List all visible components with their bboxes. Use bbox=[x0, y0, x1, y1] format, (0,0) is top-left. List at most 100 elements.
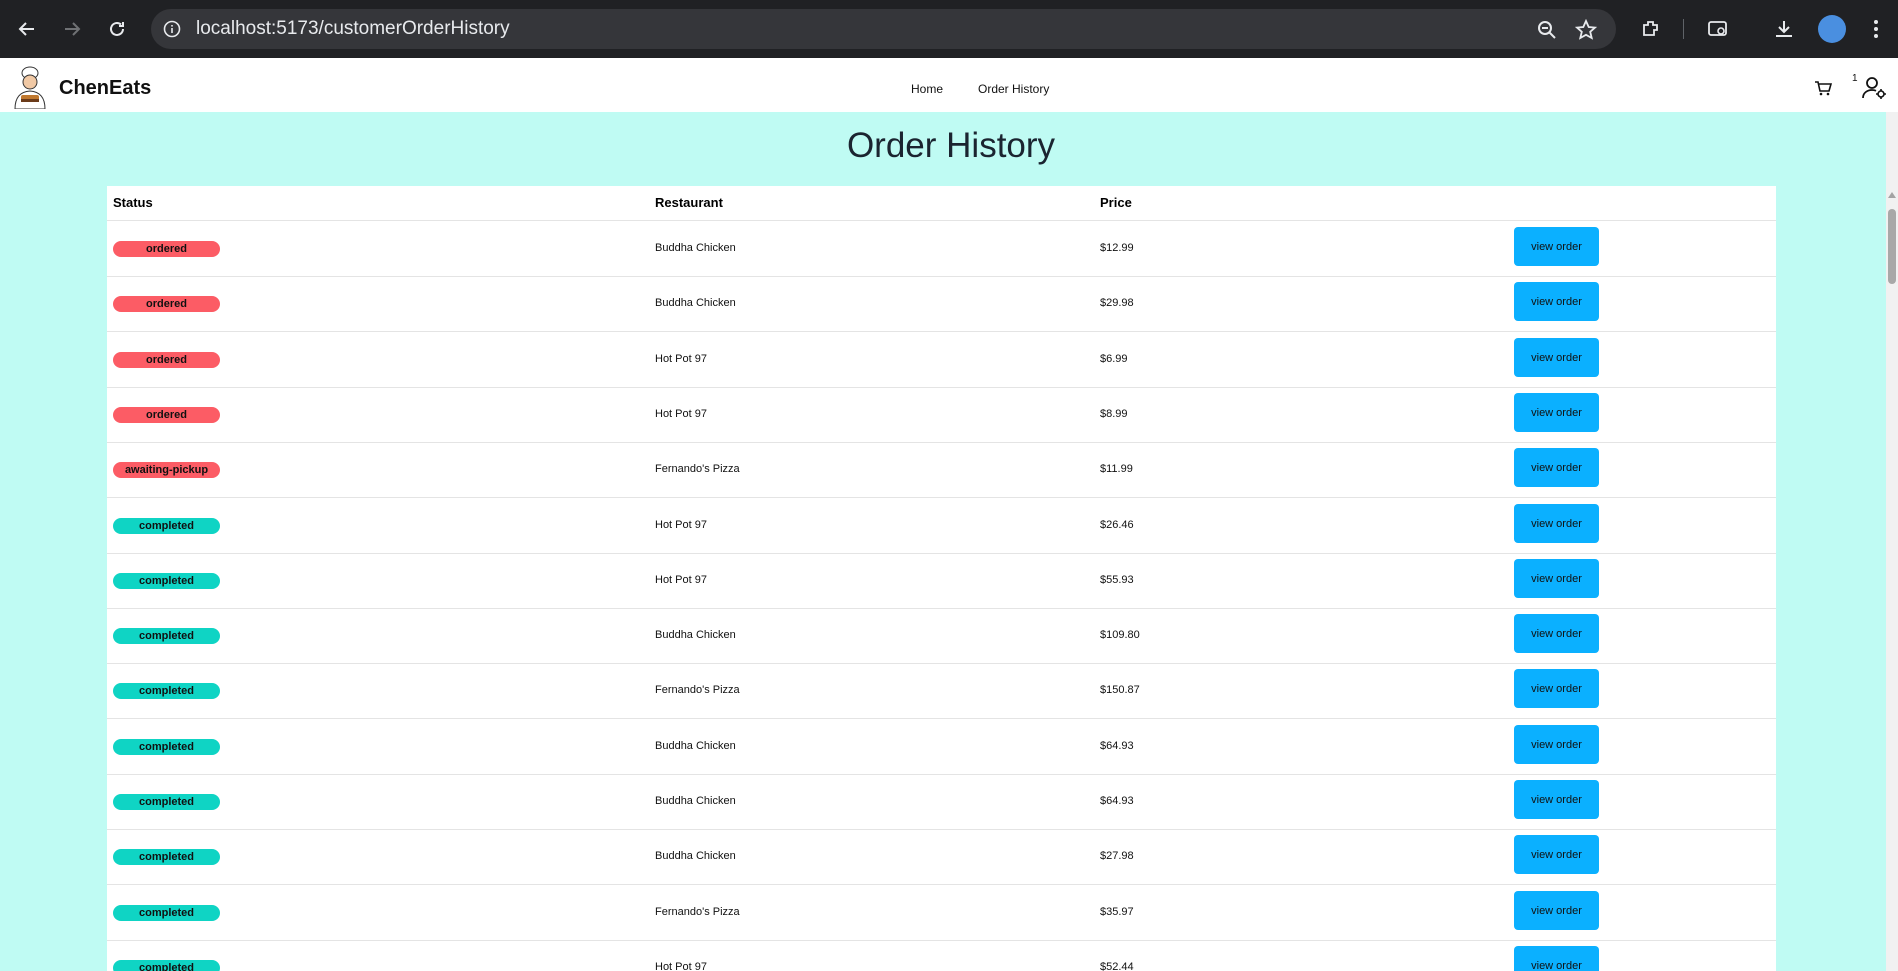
table-row: completed Buddha Chicken $64.93 view order bbox=[107, 774, 1776, 830]
restaurant-name: Buddha Chicken bbox=[655, 242, 736, 254]
status-badge: awaiting-pickup bbox=[113, 462, 220, 479]
status-badge: completed bbox=[113, 628, 220, 645]
column-header-status: Status bbox=[113, 195, 153, 210]
table-header: Status Restaurant Price bbox=[107, 186, 1776, 221]
view-order-button[interactable]: view order bbox=[1514, 614, 1599, 654]
toolbar-divider bbox=[1683, 19, 1684, 39]
page-title: Order History bbox=[846, 126, 1056, 165]
restaurant-name: Buddha Chicken bbox=[655, 297, 736, 310]
view-order-button[interactable]: view order bbox=[1514, 558, 1599, 598]
table-row: ordered Hot Pot 97 $6.99 view order bbox=[107, 332, 1776, 388]
address-bar[interactable]: localhost:5173/customerOrderHistory bbox=[151, 9, 1616, 49]
view-order-button[interactable]: view order bbox=[1514, 448, 1599, 488]
restaurant-name: Buddha Chicken bbox=[655, 629, 736, 642]
page-scrollbar[interactable] bbox=[1886, 112, 1898, 971]
nav-home[interactable]: Home bbox=[911, 82, 943, 96]
view-order-button[interactable]: view order bbox=[1514, 392, 1599, 432]
order-price: $8.99 bbox=[1100, 407, 1128, 420]
extensions-icon[interactable] bbox=[1637, 15, 1665, 43]
download-icon[interactable] bbox=[1770, 15, 1798, 43]
restaurant-name: Hot Pot 97 bbox=[655, 573, 707, 586]
table-row: completed Fernando's Pizza $35.97 view orde… bbox=[107, 885, 1776, 941]
view-order-button[interactable]: view order bbox=[1514, 337, 1599, 377]
status-badge: completed bbox=[113, 849, 220, 866]
back-icon[interactable] bbox=[12, 14, 42, 44]
restaurant-name: Hot Pot 97 bbox=[655, 518, 707, 531]
view-order-button[interactable]: view order bbox=[1514, 890, 1599, 930]
view-order-button[interactable]: view order bbox=[1514, 227, 1599, 266]
order-history-page: Order History Status Restaurant Price or… bbox=[0, 112, 1886, 971]
restaurant-name: Buddha Chicken bbox=[655, 739, 736, 752]
order-price: $150.87 bbox=[1100, 684, 1140, 697]
profile-avatar[interactable] bbox=[1818, 15, 1846, 43]
browser-toolbar: localhost:5173/customerOrderHistory bbox=[0, 0, 1898, 58]
table-row: completed Buddha Chicken $27.98 view order bbox=[107, 829, 1776, 886]
table-row: completed Hot Pot 97 $52.44 view order bbox=[107, 940, 1776, 971]
restaurant-name: Hot Pot 97 bbox=[655, 960, 707, 971]
table-row: completed Hot Pot 97 $55.93 view order bbox=[107, 553, 1776, 609]
order-price: $35.97 bbox=[1100, 905, 1134, 918]
order-price: $27.98 bbox=[1100, 850, 1134, 863]
scroll-up-arrow-icon[interactable] bbox=[1888, 192, 1896, 198]
status-badge: ordered bbox=[113, 406, 220, 423]
order-price: $12.99 bbox=[1100, 242, 1134, 254]
view-order-button[interactable]: view order bbox=[1514, 503, 1599, 543]
restaurant-name: Fernando's Pizza bbox=[655, 905, 740, 918]
chef-logo-icon[interactable] bbox=[7, 65, 53, 110]
table-row: ordered Buddha Chicken $29.98 view order bbox=[107, 276, 1776, 333]
table-row: awaiting-pickup Fernando's Pizza $11.99 vie… bbox=[107, 442, 1776, 499]
restaurant-name: Hot Pot 97 bbox=[655, 352, 707, 365]
status-badge: completed bbox=[113, 738, 220, 755]
table-row: completed Buddha Chicken $64.93 view order bbox=[107, 719, 1776, 775]
column-header-restaurant: Restaurant bbox=[655, 195, 723, 210]
table-row: ordered Buddha Chicken $12.99 view order bbox=[107, 221, 1776, 277]
table-row: completed Fernando's Pizza $150.87 view ord… bbox=[107, 663, 1776, 720]
restaurant-name: Hot Pot 97 bbox=[655, 407, 707, 420]
order-price: $55.93 bbox=[1100, 573, 1134, 586]
bookmark-star-icon[interactable] bbox=[1574, 18, 1598, 41]
status-badge: ordered bbox=[113, 241, 220, 257]
cart-icon[interactable] bbox=[1814, 79, 1833, 97]
restaurant-name: Fernando's Pizza bbox=[655, 463, 740, 476]
view-order-button[interactable]: view order bbox=[1514, 780, 1599, 819]
view-order-button[interactable]: view order bbox=[1514, 282, 1599, 322]
restaurant-name: Fernando's Pizza bbox=[655, 684, 740, 697]
orders-table: Status Restaurant Price ordered Buddha Ch… bbox=[107, 186, 1776, 971]
tab-search-icon[interactable] bbox=[1704, 15, 1732, 43]
table-row: completed Hot Pot 97 $26.46 view order bbox=[107, 498, 1776, 554]
status-badge: completed bbox=[113, 572, 220, 589]
app-header: ChenEats Home Order History 1 bbox=[0, 58, 1898, 112]
order-price: $26.46 bbox=[1100, 518, 1134, 531]
restaurant-name: Buddha Chicken bbox=[655, 850, 736, 863]
order-price: $64.93 bbox=[1100, 739, 1134, 752]
view-order-button[interactable]: view order bbox=[1514, 669, 1599, 709]
status-badge: ordered bbox=[113, 351, 220, 368]
status-badge: completed bbox=[113, 683, 220, 700]
status-badge: completed bbox=[113, 794, 220, 810]
zoom-icon[interactable] bbox=[1536, 19, 1558, 41]
column-header-price: Price bbox=[1100, 195, 1132, 210]
brand-name[interactable]: ChenEats bbox=[59, 77, 151, 100]
site-info-icon[interactable] bbox=[163, 20, 181, 38]
status-badge: completed bbox=[113, 904, 220, 921]
forward-icon[interactable] bbox=[57, 14, 87, 44]
status-badge: completed bbox=[113, 959, 220, 971]
scroll-thumb[interactable] bbox=[1888, 209, 1896, 284]
table-row: ordered Hot Pot 97 $8.99 view order bbox=[107, 387, 1776, 443]
cart-count-badge: 1 bbox=[1852, 73, 1858, 84]
view-order-button[interactable]: view order bbox=[1514, 835, 1599, 875]
restaurant-name: Buddha Chicken bbox=[655, 795, 736, 807]
reload-icon[interactable] bbox=[102, 14, 132, 44]
view-order-button[interactable]: view order bbox=[1514, 724, 1599, 764]
order-price: $109.80 bbox=[1100, 629, 1140, 642]
menu-kebab-icon[interactable] bbox=[1862, 15, 1890, 43]
status-badge: completed bbox=[113, 517, 220, 534]
table-row: completed Buddha Chicken $109.80 view order bbox=[107, 608, 1776, 665]
nav-order-history[interactable]: Order History bbox=[978, 82, 1049, 96]
url-text: localhost:5173/customerOrderHistory bbox=[196, 18, 510, 39]
order-price: $11.99 bbox=[1100, 463, 1133, 476]
order-price: $6.99 bbox=[1100, 352, 1128, 365]
user-settings-icon[interactable] bbox=[1862, 76, 1888, 100]
status-badge: ordered bbox=[113, 296, 220, 313]
view-order-button[interactable]: view order bbox=[1514, 945, 1599, 971]
